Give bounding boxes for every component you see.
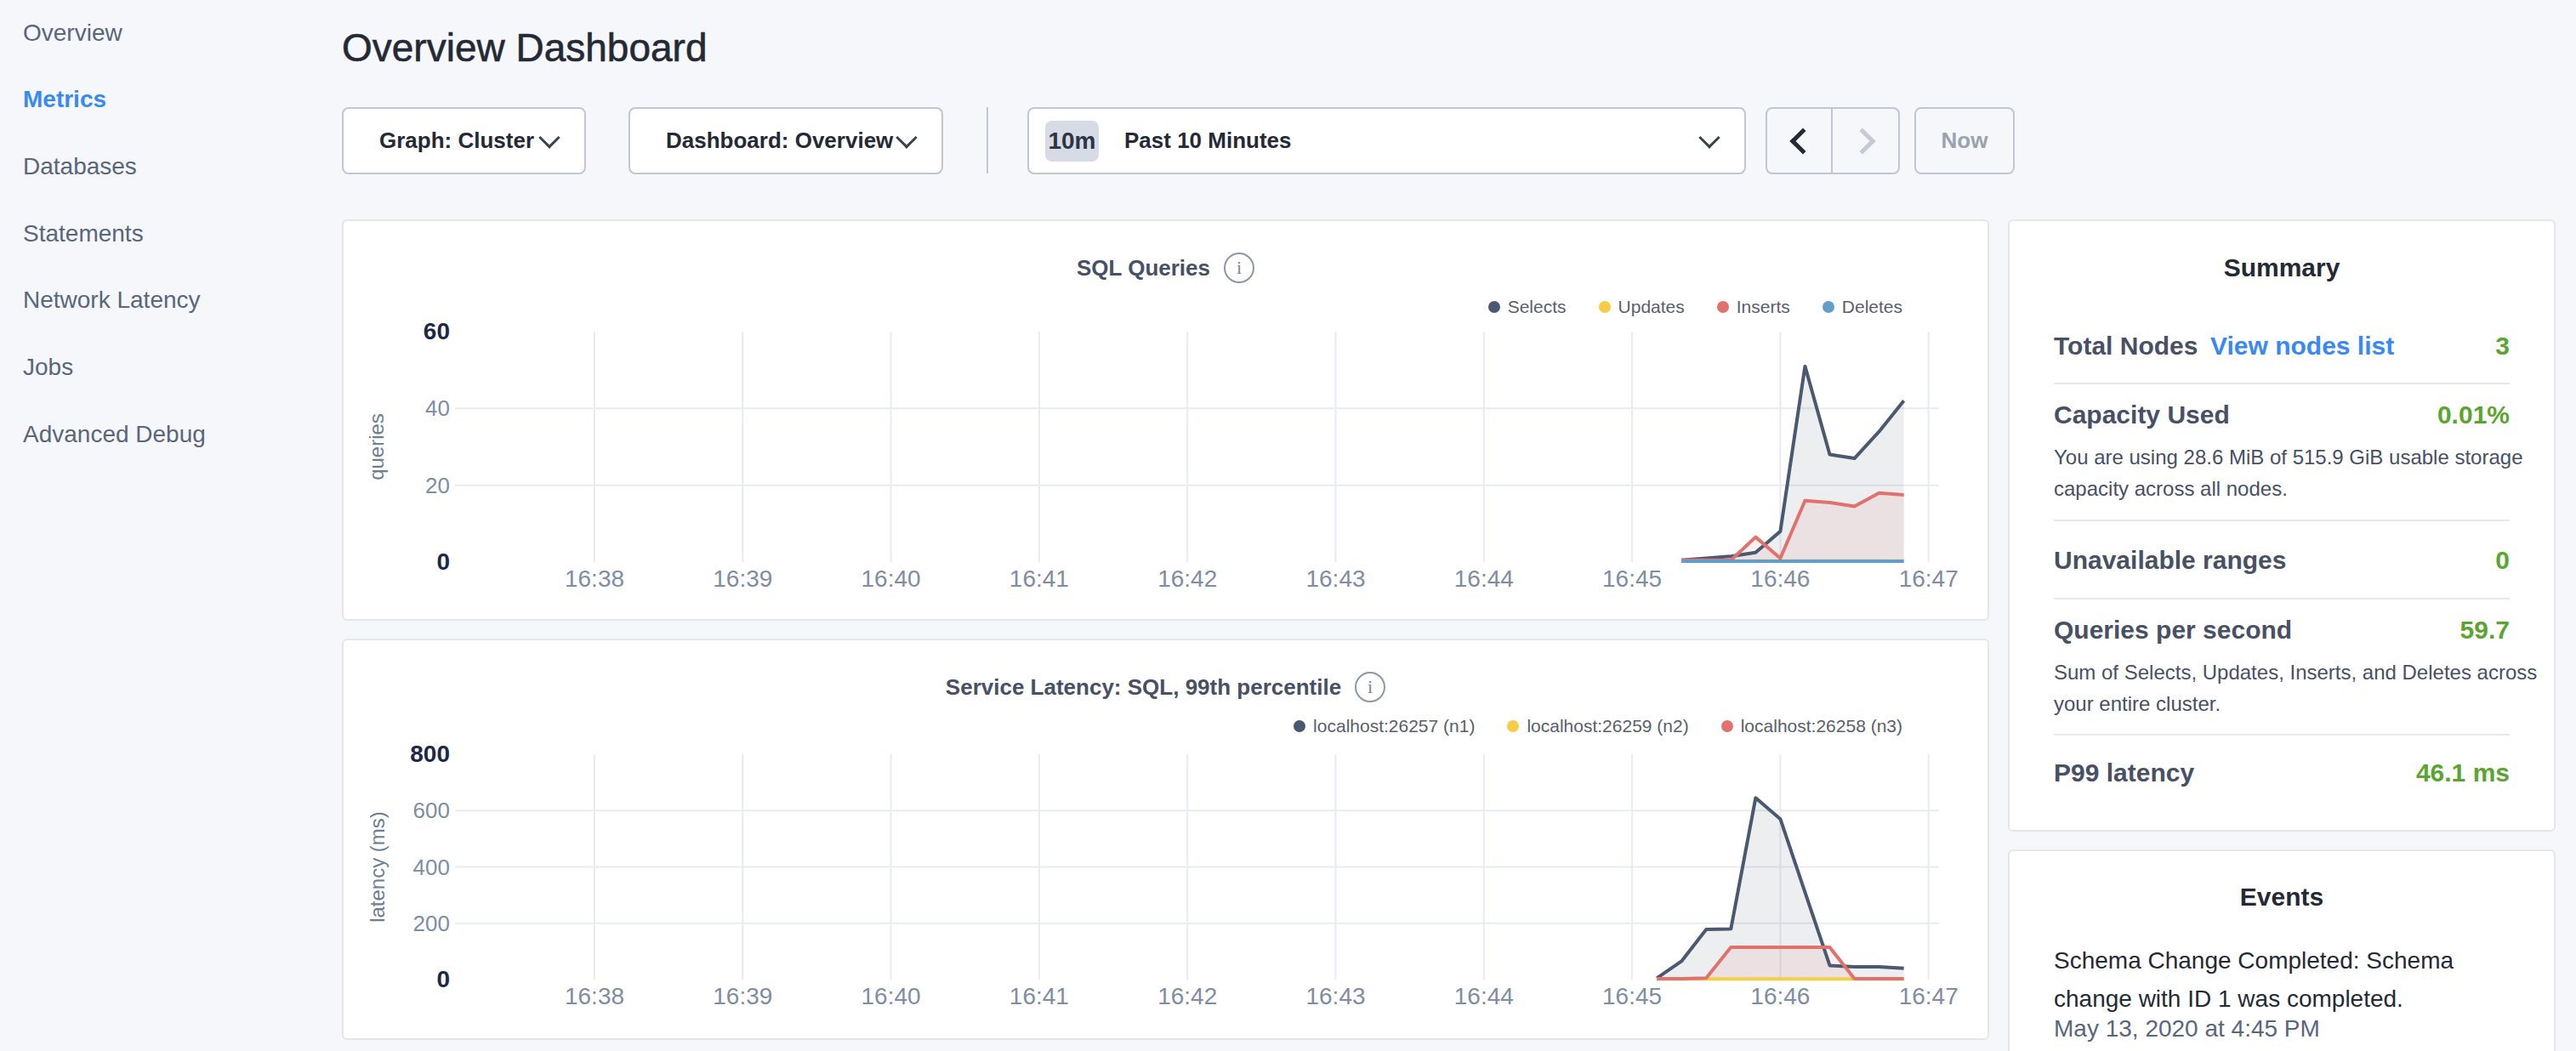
svg-text:200: 200 xyxy=(413,911,450,936)
divider xyxy=(2054,598,2510,599)
svg-text:0: 0 xyxy=(436,966,450,992)
svg-text:16:43: 16:43 xyxy=(1305,565,1365,592)
event-timestamp: May 13, 2020 at 4:45 PM xyxy=(2054,1015,2320,1042)
chevron-down-icon xyxy=(1698,127,1720,148)
svg-text:16:45: 16:45 xyxy=(1602,983,1662,1009)
summary-row-value: 59.7 xyxy=(2460,616,2510,645)
summary-row-label: Capacity Used xyxy=(2054,401,2230,429)
sql-queries-chart-panel: SQL Queries i SelectsUpdatesInsertsDelet… xyxy=(342,219,1989,621)
svg-text:40: 40 xyxy=(425,395,450,421)
time-step-buttons xyxy=(1766,107,1900,174)
svg-text:400: 400 xyxy=(413,855,450,880)
summary-panel: Summary Total Nodes View nodes list 3 Ca… xyxy=(2008,219,2556,832)
toolbar-divider xyxy=(987,107,988,173)
svg-text:0: 0 xyxy=(436,548,450,575)
svg-text:16:46: 16:46 xyxy=(1750,983,1810,1009)
graph-dropdown-label: Graph: Cluster xyxy=(379,128,534,154)
chevron-down-icon xyxy=(538,127,560,148)
sidebar-item-metrics[interactable]: Metrics xyxy=(23,67,106,133)
summary-row-value: 46.1 ms xyxy=(2416,758,2510,787)
svg-text:16:38: 16:38 xyxy=(565,565,624,592)
svg-text:16:46: 16:46 xyxy=(1750,565,1810,592)
svg-text:16:40: 16:40 xyxy=(862,565,921,592)
sidebar-item-statements[interactable]: Statements xyxy=(23,201,144,266)
summary-row-label: Total Nodes xyxy=(2054,332,2198,361)
time-range-label: Past 10 Minutes xyxy=(1124,128,1292,154)
svg-text:16:39: 16:39 xyxy=(713,565,772,592)
svg-text:20: 20 xyxy=(425,473,450,498)
view-nodes-link[interactable]: View nodes list xyxy=(2210,332,2394,361)
events-panel: Events Schema Change Completed: Schema c… xyxy=(2008,849,2556,1051)
svg-text:600: 600 xyxy=(413,798,450,823)
summary-row-desc: You are using 28.6 MiB of 515.9 GiB usab… xyxy=(2054,441,2547,504)
sidebar-item-databases[interactable]: Databases xyxy=(23,134,137,199)
svg-text:16:43: 16:43 xyxy=(1305,983,1365,1009)
time-range-dropdown[interactable]: 10m Past 10 Minutes xyxy=(1027,107,1746,174)
event-message[interactable]: Schema Change Completed: Schema change w… xyxy=(2054,941,2462,1018)
divider xyxy=(2054,383,2510,384)
svg-text:800: 800 xyxy=(410,741,450,767)
sidebar-item-jobs[interactable]: Jobs xyxy=(23,335,73,401)
summary-title: Summary xyxy=(2010,253,2554,282)
now-button[interactable]: Now xyxy=(1914,107,2015,174)
summary-row-label: Queries per second xyxy=(2054,616,2292,645)
svg-text:16:42: 16:42 xyxy=(1157,983,1217,1009)
chevron-down-icon xyxy=(896,127,917,148)
summary-row-label: Unavailable ranges xyxy=(2054,546,2286,575)
divider xyxy=(2054,520,2510,521)
svg-text:16:41: 16:41 xyxy=(1009,983,1069,1009)
svg-text:16:41: 16:41 xyxy=(1009,565,1069,592)
svg-text:16:44: 16:44 xyxy=(1454,565,1514,592)
sidebar-item-advanced-debug[interactable]: Advanced Debug xyxy=(23,401,206,467)
svg-text:16:47: 16:47 xyxy=(1899,983,1959,1009)
svg-text:16:44: 16:44 xyxy=(1454,983,1514,1009)
chevron-right-icon xyxy=(1849,128,1875,154)
events-title: Events xyxy=(2010,883,2554,912)
svg-text:16:38: 16:38 xyxy=(565,983,624,1009)
time-back-button[interactable] xyxy=(1767,109,1833,173)
time-forward-button[interactable] xyxy=(1833,109,1898,173)
page-title: Overview Dashboard xyxy=(342,25,708,71)
dashboard-dropdown[interactable]: Dashboard: Overview xyxy=(628,107,943,174)
svg-text:16:40: 16:40 xyxy=(862,983,921,1009)
divider xyxy=(2054,734,2510,736)
sidebar-item-network-latency[interactable]: Network Latency xyxy=(23,268,201,333)
time-range-badge: 10m xyxy=(1045,121,1099,162)
dashboard-dropdown-label: Dashboard: Overview xyxy=(666,128,893,154)
svg-text:16:45: 16:45 xyxy=(1602,565,1662,592)
svg-text:16:47: 16:47 xyxy=(1899,565,1959,592)
graph-dropdown[interactable]: Graph: Cluster xyxy=(342,107,586,174)
summary-row-label: P99 latency xyxy=(2054,758,2194,787)
svg-text:60: 60 xyxy=(424,318,450,344)
chevron-left-icon xyxy=(1789,128,1816,154)
sidebar-item-overview[interactable]: Overview xyxy=(23,0,122,65)
summary-row-value: 0.01% xyxy=(2437,401,2510,429)
summary-row-value: 3 xyxy=(2495,332,2510,361)
svg-text:16:42: 16:42 xyxy=(1157,565,1217,592)
svg-text:16:39: 16:39 xyxy=(713,983,772,1009)
svg-text:queries: queries xyxy=(365,413,388,480)
summary-row-desc: Sum of Selects, Updates, Inserts, and De… xyxy=(2054,656,2547,719)
svg-text:latency (ms): latency (ms) xyxy=(366,811,389,923)
summary-row-value: 0 xyxy=(2495,546,2510,575)
now-button-label: Now xyxy=(1942,128,1988,154)
service-latency-chart-panel: Service Latency: SQL, 99th percentile i … xyxy=(342,639,1989,1040)
metrics-page: OverviewMetricsDatabasesStatementsNetwor… xyxy=(0,0,2576,1051)
